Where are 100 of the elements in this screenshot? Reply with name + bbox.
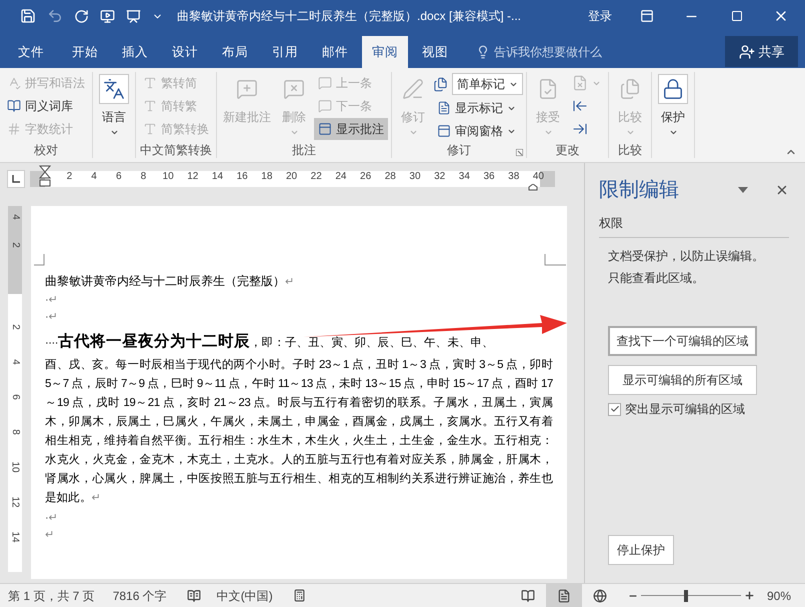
ribbon-button[interactable]: 显示标记 xyxy=(433,97,523,119)
ribbon-button[interactable]: 保护 xyxy=(655,72,691,142)
ruler-number: 12 xyxy=(10,496,20,508)
number-icon xyxy=(7,122,21,136)
ribbon-button[interactable]: 显示批注 xyxy=(314,118,388,140)
zoom-in-icon[interactable] xyxy=(744,590,755,601)
pane-button[interactable]: 查找下一个可编辑的区域 xyxy=(608,326,757,356)
group-label: 修订 xyxy=(447,142,471,159)
undo-icon[interactable] xyxy=(47,8,63,24)
ruler-number: 20 xyxy=(284,170,298,184)
page-count[interactable]: 第 1 页，共 7 页 xyxy=(8,586,95,604)
document-icon xyxy=(437,101,451,115)
documents-icon xyxy=(619,78,641,100)
protection-message: 文档受保护，以防止误编辑。 xyxy=(608,248,765,264)
zoom-level[interactable]: 90% xyxy=(766,586,791,604)
ribbon-tab[interactable]: 邮件 xyxy=(312,36,358,68)
tab-stop-icon[interactable] xyxy=(7,170,25,188)
delete-comment-icon xyxy=(283,78,305,100)
maximize-icon[interactable] xyxy=(731,10,743,22)
tell-me-input[interactable]: 告诉我你想要做什么 xyxy=(494,43,634,61)
lightbulb-icon xyxy=(476,45,490,59)
ruler-number: 26 xyxy=(359,170,372,184)
ruler-number: 30 xyxy=(408,170,422,184)
save-icon[interactable] xyxy=(20,8,36,24)
ribbon-tab[interactable]: 文件 xyxy=(8,36,54,68)
character-icon xyxy=(143,122,157,136)
ruler-number: 10 xyxy=(10,461,20,473)
margin-corner-icon xyxy=(544,254,566,266)
ribbon-options-icon[interactable] xyxy=(640,9,654,23)
group-label: 更改 xyxy=(556,142,580,159)
ribbon-tab[interactable]: 布局 xyxy=(212,36,258,68)
language-status[interactable]: 中文(中国) xyxy=(216,586,273,604)
share-button[interactable]: 共享 xyxy=(725,36,798,67)
ruler-number: 4 xyxy=(10,359,20,365)
group-label: 比较 xyxy=(618,142,642,159)
person-add-icon xyxy=(738,44,754,60)
book-icon xyxy=(7,99,21,113)
dropdown-icon[interactable] xyxy=(738,187,748,193)
character-icon xyxy=(143,99,157,113)
ruler-number: 22 xyxy=(310,170,323,184)
empty-paragraph: ·↵ xyxy=(45,293,58,308)
ribbon-tab[interactable]: 引用 xyxy=(262,36,308,68)
comment-icon xyxy=(318,76,332,90)
ruler-number: 28 xyxy=(384,170,397,184)
ribbon-tab[interactable]: 设计 xyxy=(162,36,208,68)
ruler-number: 38 xyxy=(507,170,520,184)
close-icon[interactable] xyxy=(775,183,789,197)
document-x-icon xyxy=(572,75,588,91)
arrow-left-icon xyxy=(572,98,588,114)
ruler-number: 10 xyxy=(162,170,175,184)
pane-title: 限制编辑 xyxy=(599,178,679,203)
ribbon-tab[interactable]: 视图 xyxy=(412,36,458,68)
zoom-slider[interactable] xyxy=(640,590,741,602)
pen-icon xyxy=(402,78,424,100)
ribbon-button[interactable]: 审阅窗格 xyxy=(433,120,523,142)
word-count[interactable]: 7816 个字 xyxy=(112,586,167,604)
character-icon xyxy=(143,76,157,90)
ribbon-button[interactable]: 同义词库 xyxy=(3,95,89,117)
ruler-number: 18 xyxy=(260,170,274,184)
print-layout-button[interactable] xyxy=(546,584,582,607)
lock-icon xyxy=(662,78,684,100)
zoom-thumb[interactable] xyxy=(684,590,688,602)
macro-icon[interactable] xyxy=(292,589,306,602)
group-label: 校对 xyxy=(34,142,58,159)
ribbon-tab[interactable]: 开始 xyxy=(62,36,108,68)
body-paragraph: ····古代将一昼夜分为十二时辰，即：子、丑、寅、卯、辰、巳、午、未、申、 酉、戌、亥。每一时辰相当于现代的两个小时。子时 23～1 点，丑时 1～3 点，寅时 3～5 点，卯时 5～7 点，辰时 7～9 点，巳时 9～11 点，午时 11～13 点，未时 13～15 点，申时 15～17 点，酉时 17～19 点，戌时 19～21 点，亥时 21～23 点。时辰与五行有着密切的联系。子属水，丑属土，寅属木，卯属木，辰属土，巳属火，午属火，未属土，申属金，酉属金，戌属土，亥属水。五行又有着相生相克，维持着自然平衡。五行相生：水生木，木生火，火生土，土生金，金生水。五行相克：水克火，火克金，金克木，木克土，土克水。人的五脏与五行也有着对应关系，肺属金，肝属木，肾属水，心属火，脾属土，中医按照五脏与五行相生、相克的互相制约关系进行辨证施治，养生也是如此。↵ xyxy=(45,332,553,506)
ruler-number: 4 xyxy=(90,170,98,184)
arrow-right-icon xyxy=(572,121,588,137)
ruler-number: 34 xyxy=(458,170,471,184)
ribbon-tab[interactable]: 审阅 xyxy=(362,36,408,68)
stop-protection-button[interactable]: 停止保护 xyxy=(608,535,674,565)
document-title: 曲黎敏讲黄帝内经与十二时辰养生（完整版）↵ xyxy=(45,273,295,290)
ruler-number: 8 xyxy=(140,170,148,184)
presentation-icon[interactable] xyxy=(100,8,115,24)
redo-icon[interactable] xyxy=(74,8,89,24)
proofing-icon[interactable] xyxy=(186,588,201,602)
margin-corner-icon xyxy=(34,254,45,266)
ruler-number: 6 xyxy=(10,394,20,400)
ribbon-tab[interactable]: 插入 xyxy=(112,36,158,68)
ribbon-button[interactable]: 语言 xyxy=(96,72,132,142)
highlight-checkbox[interactable] xyxy=(608,402,621,416)
ruler-number: 24 xyxy=(334,170,348,184)
ruler-number: 4 xyxy=(10,214,20,220)
pane-button[interactable]: 显示可编辑的所有区域 xyxy=(608,365,757,395)
protection-message: 只能查看此区域。 xyxy=(608,270,705,286)
sign-in-link[interactable]: 登录 xyxy=(588,7,612,25)
spellcheck-icon xyxy=(7,76,21,90)
ruler-number: 40 xyxy=(532,170,545,184)
new-comment-icon xyxy=(236,78,258,100)
section-heading: 权限 xyxy=(599,216,623,230)
ruler-number: 16 xyxy=(236,170,249,184)
globe-icon xyxy=(592,588,607,602)
ruler-number: 32 xyxy=(433,170,446,184)
panel-icon xyxy=(318,122,332,136)
markup-dropdown[interactable]: 简单标记 xyxy=(452,73,523,95)
checkbox-label: 突出显示可编辑的区域 xyxy=(625,401,745,418)
dialog-launcher-icon[interactable] xyxy=(516,149,523,156)
empty-paragraph: ↵ xyxy=(45,528,54,543)
ruler-number: 14 xyxy=(210,170,224,184)
group-label: 中文简繁转换 xyxy=(140,142,212,159)
